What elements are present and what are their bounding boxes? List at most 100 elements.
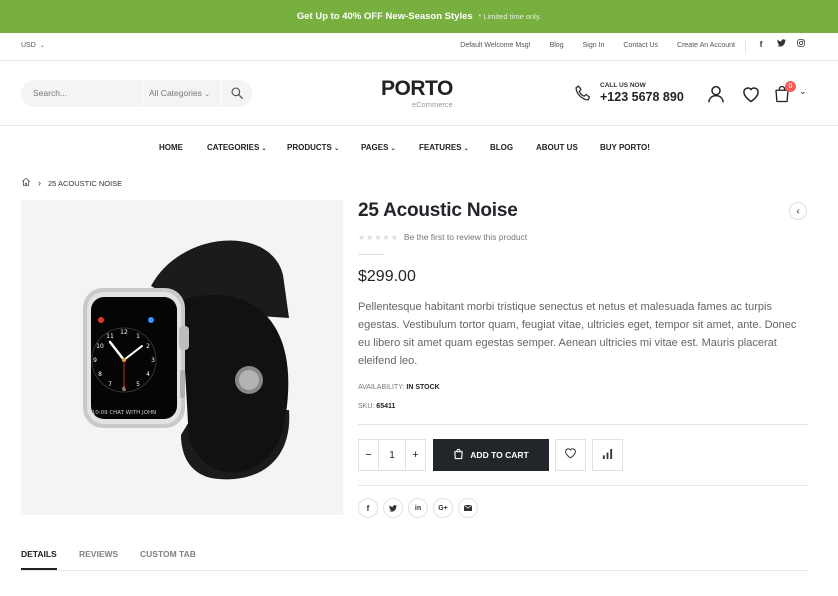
top-divider (745, 40, 746, 53)
account-icon[interactable] (706, 84, 726, 109)
svg-text:3: 3 (151, 357, 155, 364)
watch-face-text: 10:09 CHAT WITH JOHN (92, 410, 157, 416)
product-description: Pellentesque habitant morbi tristique se… (358, 301, 797, 367)
nav-products[interactable]: PRODUCTS ⌄ (287, 143, 339, 152)
nav-products-label: PRODUCTS (287, 143, 332, 152)
product-image[interactable]: 12369 1245 781011 10:09 CHAT WITH JOHN (21, 200, 343, 515)
sku: SKU: 65411 (358, 403, 395, 410)
chevron-down-icon: ⌄ (463, 146, 469, 152)
promo-suffix: New-Season Styles (385, 11, 473, 22)
tab-custom[interactable]: CUSTOM TAB (140, 549, 196, 559)
site-logo[interactable]: PORTO eCommerce (381, 78, 453, 109)
top-links: Default Welcome Msg! Blog Sign In Contac… (441, 42, 735, 49)
instagram-icon[interactable] (796, 39, 806, 49)
heart-icon (564, 446, 577, 464)
sku-label: SKU: (358, 403, 375, 410)
wishlist-icon[interactable] (741, 84, 761, 109)
compare-button[interactable] (592, 439, 623, 471)
nav-buy[interactable]: BUY PORTO! (600, 143, 650, 152)
wishlist-button[interactable] (555, 439, 586, 471)
facebook-icon[interactable]: f (358, 498, 378, 518)
quantity-input[interactable]: 1 (378, 440, 406, 470)
share-links: f in G+ (358, 498, 478, 518)
quantity-increase-button[interactable]: + (406, 440, 425, 470)
phone-contact: CALL US NOW +123 5678 890 (573, 82, 684, 109)
top-bar: USD ⌄ Default Welcome Msg! Blog Sign In … (0, 33, 838, 61)
divider (358, 485, 808, 486)
logo-word: PORTO (381, 77, 453, 100)
chevron-down-icon: ⌄ (39, 43, 45, 49)
add-to-cart-button[interactable]: ADD TO CART (433, 439, 549, 471)
promo-note: * Limited time only. (478, 12, 542, 21)
search-icon[interactable] (230, 86, 244, 100)
availability: AVAILABILITY: IN STOCK (358, 384, 440, 391)
breadcrumb: › 25 ACOUSTIC NOISE (21, 177, 122, 189)
nav-pages-label: PAGES (361, 143, 389, 152)
sign-in-link[interactable]: Sign In (583, 42, 605, 49)
product-price: $299.00 (358, 268, 416, 285)
svg-text:10: 10 (96, 343, 104, 350)
currency-select[interactable]: USD ⌄ (21, 42, 45, 49)
search-input[interactable]: Search... (33, 88, 67, 98)
bag-icon (453, 448, 464, 462)
nav-categories-label: CATEGORIES (207, 143, 260, 152)
nav-categories[interactable]: CATEGORIES ⌄ (207, 143, 267, 152)
nav-pages[interactable]: PAGES ⌄ (361, 143, 396, 152)
chevron-down-icon: ⌄ (261, 146, 267, 152)
category-select-label: All Categories (149, 88, 202, 98)
create-account-link[interactable]: Create An Account (677, 42, 735, 49)
google-plus-icon[interactable]: G+ (433, 498, 453, 518)
phone-icon (573, 85, 593, 108)
svg-text:11: 11 (106, 333, 114, 340)
product-tabs: DETAILS REVIEWS CUSTOM TAB (21, 549, 808, 571)
nav-home[interactable]: HOME (159, 143, 183, 152)
social-links: f (756, 39, 806, 49)
svg-text:8: 8 (98, 371, 102, 378)
product-info: 25 Acoustic Noise ★★★★★ Be the first to … (358, 200, 808, 518)
nav-about[interactable]: ABOUT US (536, 143, 578, 152)
svg-text:2: 2 (146, 343, 150, 350)
blog-link[interactable]: Blog (550, 42, 564, 49)
facebook-icon[interactable]: f (756, 39, 766, 49)
tab-reviews[interactable]: REVIEWS (79, 549, 118, 559)
currency-label: USD (21, 42, 36, 49)
sku-value: 65411 (376, 403, 396, 410)
category-select[interactable]: All Categories ⌄ (142, 80, 222, 107)
phone-number[interactable]: +123 5678 890 (600, 90, 684, 104)
svg-text:4: 4 (146, 371, 150, 378)
promo-discount: 40% OFF (342, 11, 383, 22)
chevron-right-icon: › (38, 178, 41, 188)
email-icon[interactable] (458, 498, 478, 518)
twitter-icon[interactable] (383, 498, 403, 518)
home-icon[interactable] (21, 177, 31, 189)
tab-details[interactable]: DETAILS (21, 549, 57, 570)
quantity-decrease-button[interactable]: − (359, 440, 378, 470)
twitter-icon[interactable] (776, 39, 786, 49)
availability-label: AVAILABILITY: (358, 384, 405, 391)
nav-blog[interactable]: BLOG (490, 143, 513, 152)
promo-bar: Get Up to 40% OFF New-Season Styles * Li… (0, 0, 838, 33)
svg-text:9: 9 (93, 357, 97, 364)
cart-count-badge: 0 (785, 81, 796, 92)
availability-value: IN STOCK (406, 384, 440, 391)
nav-features-label: FEATURES (419, 143, 462, 152)
chevron-down-icon[interactable]: ⌄ (799, 86, 807, 97)
main-nav: HOME CATEGORIES ⌄ PRODUCTS ⌄ PAGES ⌄ FEA… (0, 127, 838, 167)
quantity-stepper: − 1 + (358, 439, 426, 471)
search-bar: Search... All Categories ⌄ (21, 80, 252, 107)
star-rating-icon: ★★★★★ (358, 232, 399, 242)
svg-text:7: 7 (108, 381, 112, 388)
site-header: Search... All Categories ⌄ PORTO eCommer… (0, 62, 838, 126)
logo-sub: eCommerce (411, 100, 453, 109)
chevron-down-icon: ⌄ (204, 91, 211, 98)
linkedin-icon[interactable]: in (408, 498, 428, 518)
review-link[interactable]: Be the first to review this product (404, 232, 527, 242)
chart-icon (602, 446, 613, 464)
phone-label: CALL US NOW (600, 82, 646, 89)
nav-features[interactable]: FEATURES ⌄ (419, 143, 469, 152)
add-to-cart-label: ADD TO CART (470, 450, 529, 460)
chevron-down-icon: ⌄ (334, 146, 340, 152)
product-title: 25 Acoustic Noise (358, 200, 518, 221)
contact-link[interactable]: Contact Us (623, 42, 658, 49)
promo-prefix: Get Up to (296, 11, 340, 22)
